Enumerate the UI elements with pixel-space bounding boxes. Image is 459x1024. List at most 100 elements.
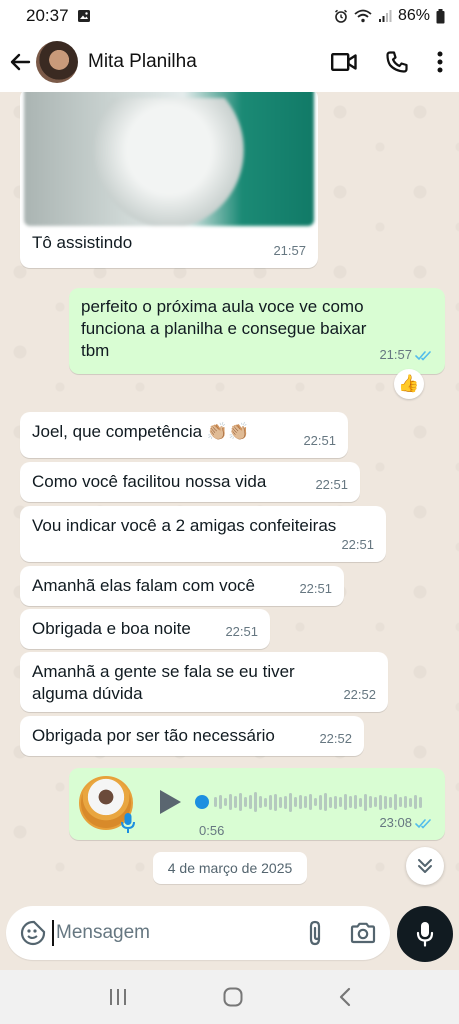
message-bubble-incoming[interactable]: Amanhã elas falam com você 22:51 (20, 566, 344, 606)
message-time: 22:51 (315, 477, 348, 492)
arrow-left-icon (10, 53, 31, 71)
voice-duration: 0:56 (199, 823, 225, 838)
message-bubble-incoming[interactable]: Obrigada por ser tão necessário 22:52 (20, 716, 364, 756)
microphone-icon (121, 813, 135, 833)
message-bubble-incoming[interactable]: Joel, que competência 👏🏼👏🏼 22:51 (20, 412, 348, 458)
battery-icon (436, 8, 445, 23)
waveform-bar (334, 795, 337, 809)
waveform-bar (259, 796, 262, 808)
message-bubble-outgoing[interactable]: perfeito o próxima aula voce ve como fun… (69, 288, 445, 374)
waveform-bar (214, 797, 217, 807)
read-ticks-icon (415, 350, 431, 361)
waveform-bar (329, 796, 332, 808)
blurred-image-thumbnail[interactable] (24, 92, 314, 226)
message-text-line: perfeito o próxima aula voce ve como (81, 297, 364, 316)
microphone-icon (416, 922, 434, 947)
system-navigation-bar (0, 970, 459, 1024)
message-input[interactable] (56, 922, 276, 944)
message-text: Vou indicar você a 2 amigas confeiteiras (32, 516, 337, 535)
gallery-notification-icon (77, 10, 90, 22)
paperclip-icon[interactable] (306, 920, 324, 946)
waveform-bar (239, 793, 242, 811)
camera-icon[interactable] (350, 922, 376, 944)
waveform-bar (394, 794, 397, 810)
waveform-bar (249, 795, 252, 809)
status-bar: 20:37 86% (0, 0, 459, 32)
date-separator: 4 de março de 2025 (153, 852, 307, 884)
waveform-bar (389, 796, 392, 808)
back-nav-icon[interactable] (337, 986, 353, 1008)
double-chevron-down-icon (418, 859, 432, 873)
play-icon[interactable] (157, 788, 183, 816)
voice-record-button[interactable] (397, 906, 453, 962)
recent-apps-icon[interactable] (107, 987, 129, 1007)
message-text: Tô assistindo (32, 233, 133, 252)
message-text-line: tbm (81, 341, 110, 360)
sticker-icon[interactable] (20, 920, 46, 946)
wifi-icon (354, 9, 372, 23)
waveform-bar (234, 796, 237, 808)
phone-icon[interactable] (385, 50, 409, 74)
message-text: Como você facilitou nossa vida (32, 472, 267, 491)
message-text-line: funciona a planilha e consegue baixar (81, 319, 367, 338)
waveform-bar (349, 796, 352, 808)
waveform-bar (404, 796, 407, 808)
waveform-bar (264, 797, 267, 807)
waveform-bar (309, 794, 312, 810)
message-bubble-incoming-image[interactable]: Tô assistindo 21:57 (20, 92, 318, 268)
contact-name[interactable]: Mita Planilha (88, 51, 197, 73)
waveform-bar (274, 793, 277, 811)
message-bubble-incoming[interactable]: Vou indicar você a 2 amigas confeiteiras… (20, 506, 386, 562)
message-time: 22:51 (303, 433, 336, 448)
message-bubble-incoming[interactable]: Amanhã a gente se fala se eu tiver algum… (20, 652, 388, 712)
waveform-bar (409, 797, 412, 807)
contact-avatar[interactable] (36, 41, 78, 83)
message-text: Obrigada por ser tão necessário (32, 726, 275, 745)
waveform-bar (364, 793, 367, 811)
waveform-bar (299, 795, 302, 809)
thumbs-up-emoji: 👍 (398, 374, 420, 393)
waveform-bar (269, 794, 272, 810)
message-time: 22:52 (319, 731, 352, 746)
more-vertical-icon[interactable] (437, 51, 443, 73)
message-text-line: Amanhã a gente se fala se eu tiver (32, 662, 295, 681)
message-time: 23:08 (379, 815, 412, 830)
waveform-bar (419, 796, 422, 808)
alarm-icon (334, 9, 347, 23)
read-ticks-icon (415, 818, 431, 829)
message-time: 22:52 (343, 687, 376, 702)
message-bubble-incoming[interactable]: Obrigada e boa noite 22:51 (20, 609, 270, 649)
waveform-bar (284, 795, 287, 809)
scroll-to-bottom-button[interactable] (406, 847, 444, 885)
waveform-bar (289, 792, 292, 812)
signal-icon (378, 10, 392, 22)
waveform-bar (244, 797, 247, 807)
waveform-bar (369, 796, 372, 808)
reaction-thumbs-up[interactable]: 👍 (394, 369, 424, 399)
waveform-bar (374, 797, 377, 807)
back-button[interactable] (6, 48, 34, 76)
message-input-pill[interactable] (6, 906, 390, 960)
audio-waveform[interactable] (195, 790, 422, 814)
waveform-bar (279, 796, 282, 808)
waveform-bar (324, 793, 327, 811)
playhead[interactable] (195, 795, 209, 809)
waveform-bar (354, 795, 357, 809)
message-time: 22:51 (299, 581, 332, 596)
chat-area[interactable]: Tô assistindo 21:57 perfeito o próxima a… (0, 92, 459, 900)
waveform-bar (399, 797, 402, 807)
message-bubble-incoming[interactable]: Como você facilitou nossa vida 22:51 (20, 462, 360, 502)
waveform-bar (414, 795, 417, 809)
waveform-bar (339, 797, 342, 807)
waveform-bar (314, 798, 317, 806)
message-time: 22:51 (341, 537, 374, 552)
waveform-bar (294, 797, 297, 807)
message-composer (0, 900, 459, 970)
waveform-bar (379, 794, 382, 810)
home-icon[interactable] (222, 986, 244, 1008)
message-text-line: alguma dúvida (32, 684, 143, 703)
video-call-icon[interactable] (331, 52, 357, 72)
waveform-bar (359, 797, 362, 807)
voice-message-bubble[interactable]: 0:56 23:08 (69, 768, 445, 840)
message-text: Obrigada e boa noite (32, 619, 191, 638)
